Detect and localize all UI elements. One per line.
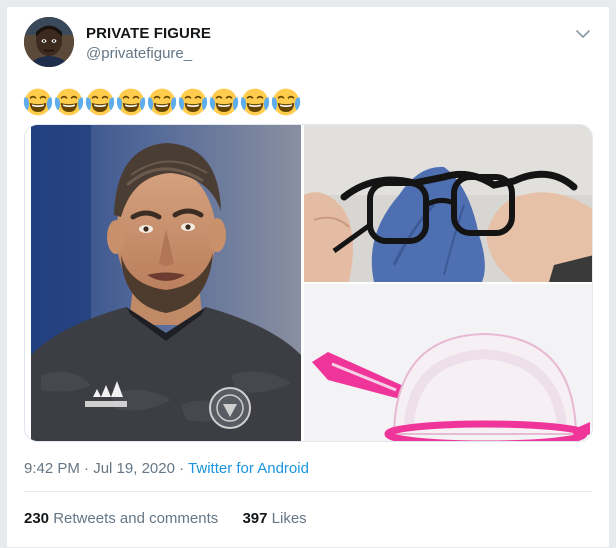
author-handle[interactable]: @privatefigure_	[86, 45, 192, 62]
tweet-stats: 230 Retweets and comments 397 Likes	[24, 510, 307, 527]
tweet-meta: 9:42 PM · Jul 19, 2020 · Twitter for And…	[24, 460, 309, 477]
face-with-tears-of-joy-icon	[147, 88, 177, 116]
tweet-time[interactable]: 9:42 PM	[24, 460, 80, 477]
media-image-left[interactable]	[31, 125, 301, 441]
face-with-tears-of-joy-icon	[271, 88, 301, 116]
author-avatar[interactable]	[24, 17, 74, 67]
face-with-tears-of-joy-icon	[209, 88, 239, 116]
retweets-count: 230	[24, 510, 50, 527]
media-image-top-right[interactable]	[304, 125, 592, 282]
media-image-bottom-right[interactable]	[304, 284, 592, 441]
face-with-tears-of-joy-icon	[54, 88, 84, 116]
tweet-date[interactable]: Jul 19, 2020	[93, 460, 175, 477]
retweets-label: Retweets and comments	[53, 510, 219, 527]
tweet-text	[23, 87, 301, 117]
face-with-tears-of-joy-icon	[85, 88, 115, 116]
divider	[24, 491, 592, 492]
face-with-tears-of-joy-icon	[178, 88, 208, 116]
likes-count: 397	[242, 510, 268, 527]
likes-stat[interactable]: 397 Likes	[242, 510, 306, 527]
tweet-source-link[interactable]: Twitter for Android	[188, 460, 309, 477]
media-grid[interactable]	[24, 124, 593, 442]
tweet-card: PRIVATE FIGURE @privatefigure_ 9:42 PM ·…	[6, 6, 610, 548]
meta-separator: ·	[84, 460, 90, 477]
face-with-tears-of-joy-icon	[240, 88, 270, 116]
chevron-down-icon[interactable]	[574, 25, 592, 43]
retweets-stat[interactable]: 230 Retweets and comments	[24, 510, 222, 527]
likes-label: Likes	[271, 510, 307, 527]
face-with-tears-of-joy-icon	[23, 88, 53, 116]
face-with-tears-of-joy-icon	[116, 88, 146, 116]
author-display-name[interactable]: PRIVATE FIGURE	[86, 25, 211, 42]
meta-separator: ·	[179, 460, 185, 477]
